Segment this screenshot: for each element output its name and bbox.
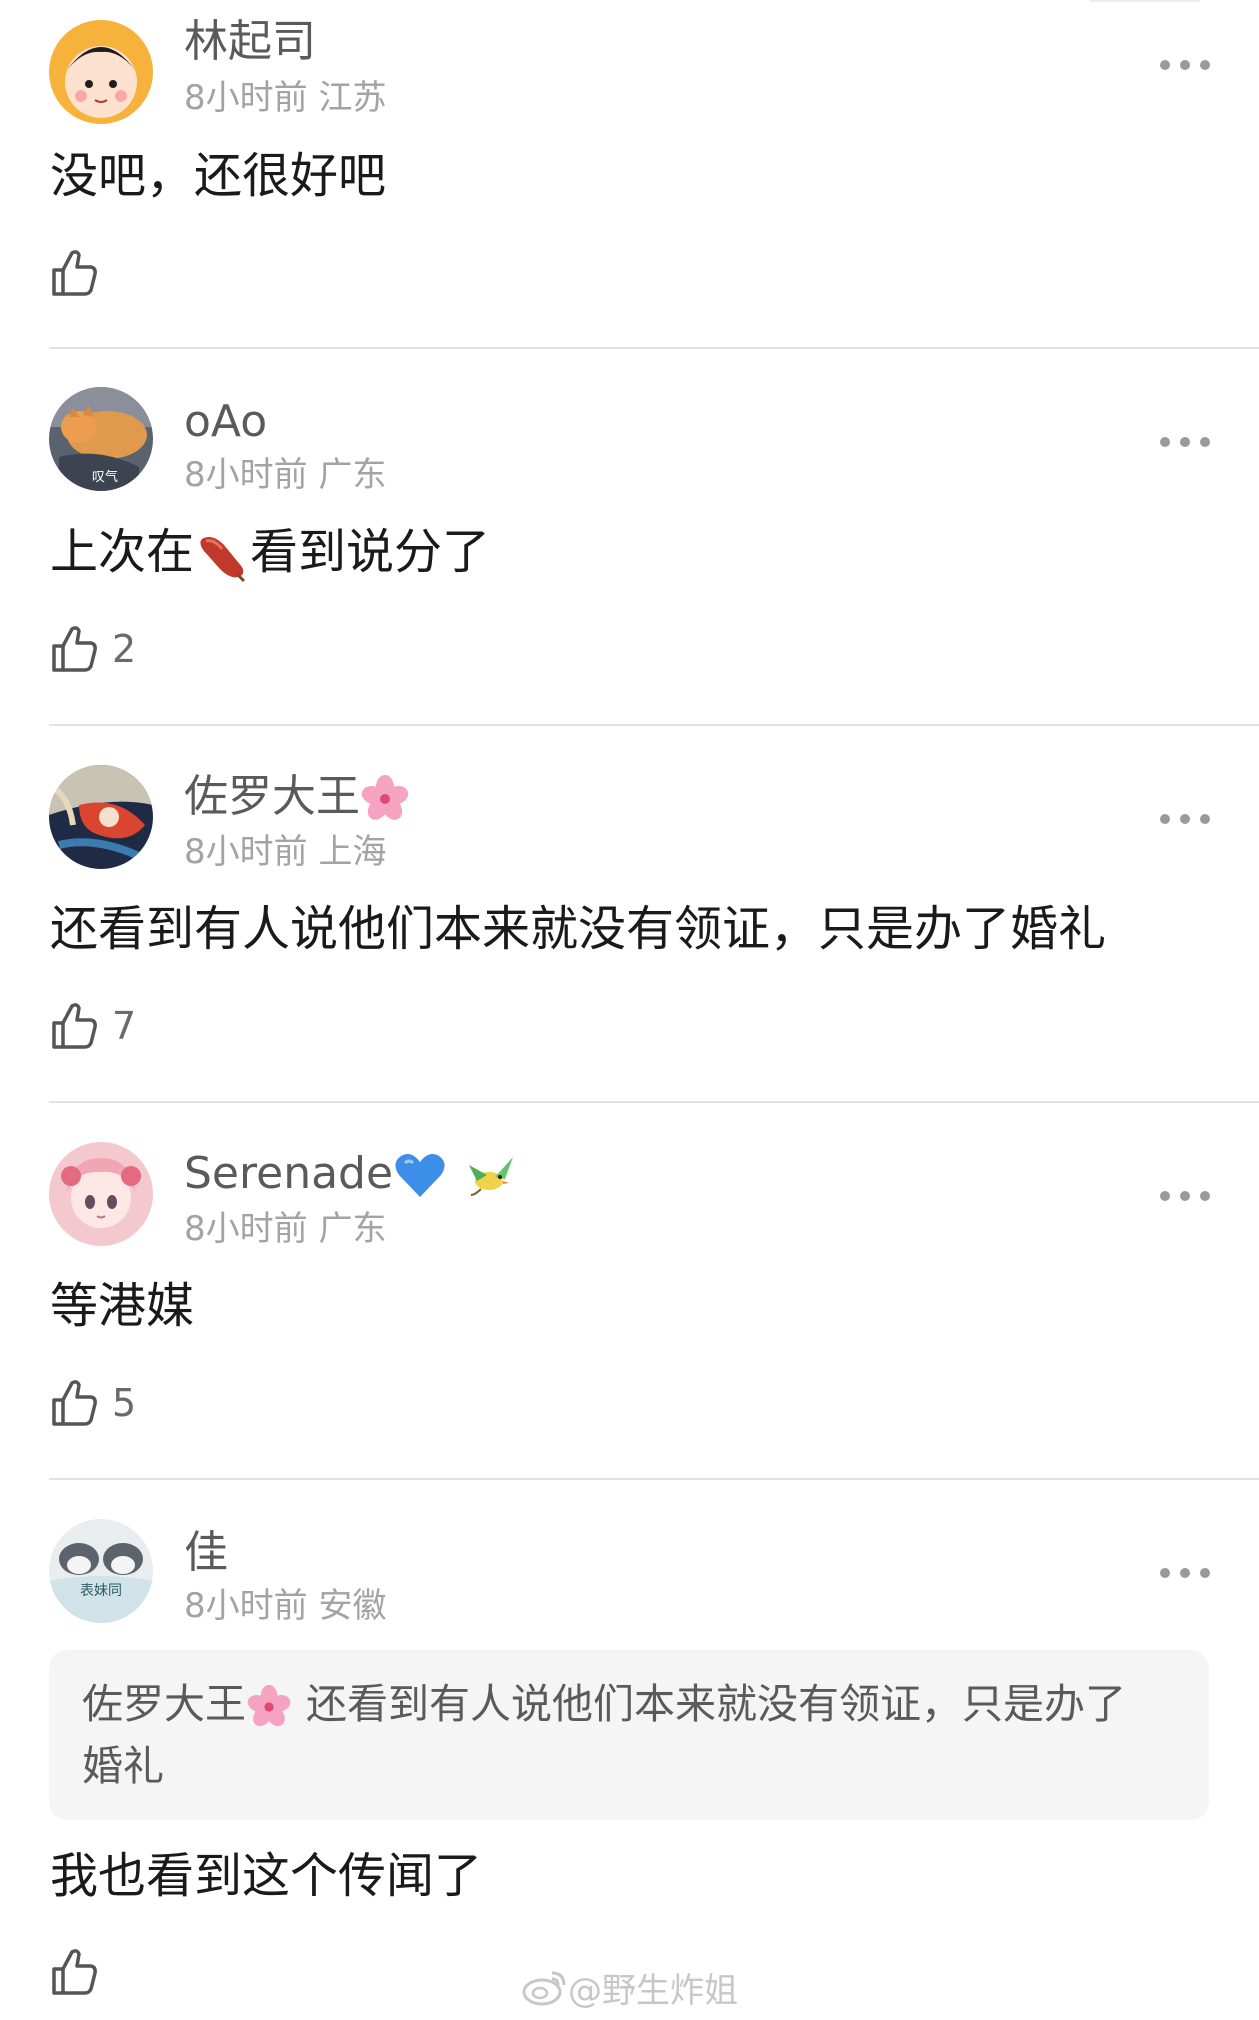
weibo-logo-icon [522,1971,566,2006]
comment-meta: 8小时前 江苏 [184,78,386,118]
comment-location: 上海 [318,832,387,872]
like-count: 5 [112,1381,137,1425]
username[interactable]: 林起司 [184,16,316,68]
more-dots-icon [1160,437,1170,447]
username[interactable]: 佳 [184,1527,228,1579]
avatar[interactable] [49,765,153,869]
username-text: 佐罗大王 [184,771,360,822]
comment-time: 8小时前 [184,1209,308,1249]
avatar[interactable]: 表妹同 [49,1519,153,1623]
username-text: Serenade [184,1148,394,1199]
quote-line-1: 佐罗大王 还看到有人说他们本来就没有领证，只是办了 [82,1674,1126,1734]
thumbs-up-icon [52,250,97,296]
comment-location: 安徽 [318,1586,387,1626]
divider [49,1101,1259,1103]
like-button[interactable] [50,246,98,300]
thumbs-up-icon [52,1003,97,1049]
like-count: 2 [112,627,137,671]
thumbs-up-icon [52,626,97,672]
divider [49,1478,1259,1480]
quote-text: 还看到有人说他们本来就没有领证，只是办了 [306,1680,1126,1728]
username[interactable]: 佐罗大王 [184,771,410,824]
avatar-caption: 叹气 [92,469,118,485]
blue-heart-emoji [395,1154,445,1197]
more-options-button[interactable] [1160,58,1210,72]
like-count: 7 [112,1004,137,1048]
comment-location: 江苏 [318,78,387,118]
divider [49,724,1259,726]
comment-text: 我也看到这个传闻了 [50,1848,483,1904]
comment-text: 没吧，还很好吧 [50,148,387,204]
comment-meta: 8小时前 安徽 [184,1586,386,1626]
divider [49,347,1259,349]
avatar[interactable] [49,20,153,124]
thumbs-up-icon [52,1949,97,1995]
comment-text-after: 看到说分了 [250,524,491,580]
more-options-button[interactable] [1160,435,1210,449]
quoted-reply[interactable]: 佐罗大王 还看到有人说他们本来就没有领证，只是办了 婚礼 [49,1650,1209,1820]
avatar[interactable] [49,1142,153,1246]
comment-location: 广东 [318,455,387,495]
quote-author[interactable]: 佐罗大王 [82,1680,246,1728]
like-button[interactable] [50,1945,98,1999]
cherry-blossom-emoji [361,775,409,820]
quote-line-2: 婚礼 [82,1742,164,1790]
more-dots-icon [1160,1568,1170,1578]
more-dots-icon [1160,1191,1170,1201]
sweet-potato-emoji [200,537,246,583]
cherry-blossom-emoji [247,1684,291,1727]
more-options-button[interactable] [1160,1189,1210,1203]
comment-meta: 8小时前 广东 [184,1209,386,1249]
username[interactable]: oAo [184,396,267,448]
avatar-caption: 表妹同 [80,1583,122,1599]
top-divider-stub [1090,0,1200,2]
comment-text: 上次在 看到说分了 [50,522,490,583]
comment-meta: 8小时前 广东 [184,455,386,495]
comment-meta: 8小时前 上海 [184,832,386,872]
more-dots-icon [1160,60,1170,70]
more-options-button[interactable] [1160,812,1210,826]
comment-text-before: 上次在 [50,524,195,580]
watermark-text: @野生炸姐 [568,1970,738,2011]
comment-time: 8小时前 [184,455,308,495]
comment-text: 等港媒 [50,1278,195,1334]
like-button[interactable]: 2 [50,622,136,676]
watermark: @野生炸姐 [522,1962,738,2012]
more-options-button[interactable] [1160,1566,1210,1580]
like-button[interactable]: 7 [50,999,136,1053]
thumbs-up-icon [52,1380,97,1426]
comment-text: 还看到有人说他们本来就没有领证，只是办了婚礼 [50,901,1107,957]
more-dots-icon [1160,814,1170,824]
avatar[interactable]: 叹气 [49,387,153,491]
comment-location: 广东 [318,1209,387,1249]
bird-emoji [469,1157,514,1196]
comment-time: 8小时前 [184,832,308,872]
username[interactable]: Serenade [184,1148,517,1201]
comment-time: 8小时前 [184,78,308,118]
comment-time: 8小时前 [184,1586,308,1626]
like-button[interactable]: 5 [50,1376,136,1430]
